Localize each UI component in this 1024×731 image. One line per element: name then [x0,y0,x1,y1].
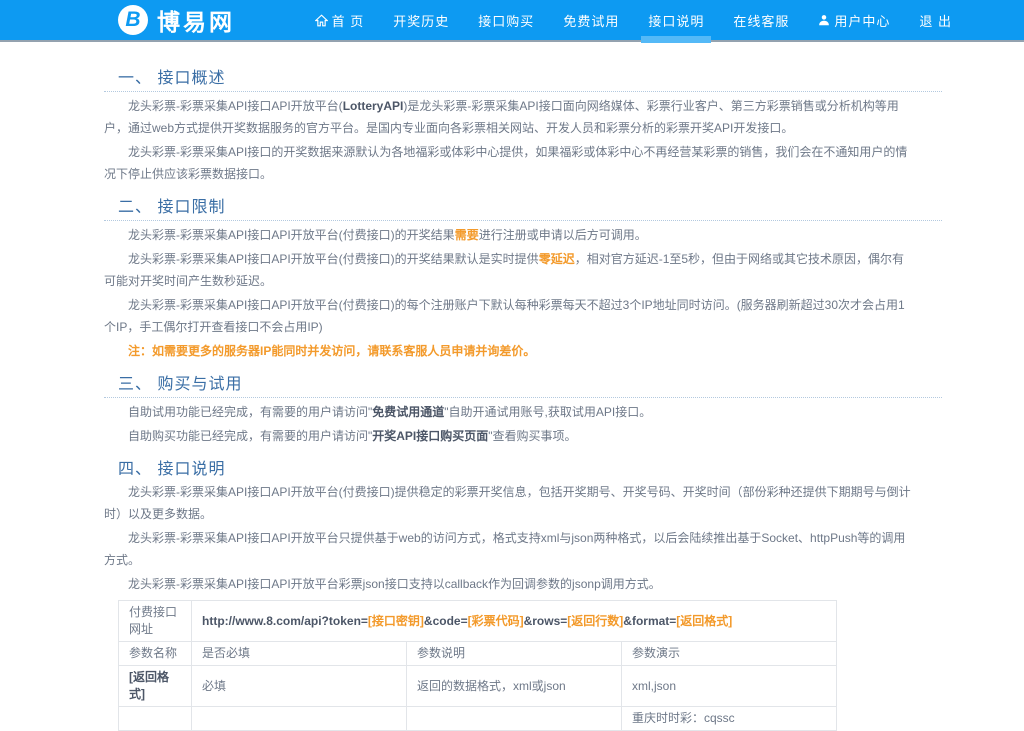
text-segment: 自助试用功能已经完成，有需要的用户请访问" [128,405,372,419]
text-segment: 龙头彩票-彩票采集API接口API开放平台( [128,99,343,113]
api-params-table: 付费接口网址 http://www.8.com/api?token=[接口密钥]… [118,600,837,731]
text-segment: 注：如需要更多的服务器IP能同时并发访问，请联系客服人员申请并询差价。 [128,344,535,358]
table-cell-url-label: 付费接口网址 [119,601,192,642]
paragraph: 龙头彩票-彩票采集API接口API开放平台(付费接口)的开奖结果默认是实时提供零… [104,248,942,292]
main-nav: 首 页 开奖历史 接口购买 免费试用 接口说明 在线客服 用户中心 退 出 [315,0,952,41]
user-icon [818,14,830,26]
column-header-demo: 参数演示 [622,642,837,666]
text-segment: &format= [623,614,676,628]
nav-label: 免费试用 [563,11,619,30]
home-icon [315,14,328,27]
nav-item-api-purchase[interactable]: 接口购买 [478,0,534,41]
text-segment: 自助购买功能已经完成，有需要的用户请访问" [128,429,372,443]
section-divider [104,220,942,221]
table-row-api-url: 付费接口网址 http://www.8.com/api?token=[接口密钥]… [119,601,837,642]
paragraph: 龙头彩票-彩票采集API接口的开奖数据来源默认为各地福彩或体彩中心提供，如果福彩… [104,141,942,185]
table-cell-required [192,707,407,731]
section-purchase-trial: 三、 购买与试用 自助试用功能已经完成，有需要的用户请访问"免费试用通道"自助开… [104,370,942,447]
nav-label: 接口购买 [478,11,534,30]
text-segment: &rows= [524,614,568,628]
nav-item-logout[interactable]: 退 出 [919,0,952,41]
doc-content: 一、 接口概述 龙头彩票-彩票采集API接口API开放平台(LotteryAPI… [104,42,942,731]
section-api-description: 四、 接口说明 龙头彩票-彩票采集API接口API开放平台(付费接口)提供稳定的… [104,455,942,595]
table-row-lottery-code: 重庆时时彩：cqssc [119,707,837,731]
section-heading: 四、 接口说明 [118,455,942,479]
text-segment: 免费试用通道 [372,405,444,419]
column-header-description: 参数说明 [407,642,622,666]
nav-label: 退 出 [919,11,952,30]
column-header-required: 是否必填 [192,642,407,666]
paragraph: 龙头彩票-彩票采集API接口API开放平台(LotteryAPI)是龙头彩票-彩… [104,95,942,139]
nav-item-online-service[interactable]: 在线客服 [733,0,789,41]
table-cell-param-name [119,707,192,731]
section-divider [104,397,942,398]
active-tab-indicator [641,36,711,43]
table-cell-description: 返回的数据格式，xml或json [407,666,622,707]
text-segment: [返回格式] [129,670,169,701]
paragraph: 龙头彩票-彩票采集API接口API开放平台(付费接口)的每个注册账户下默认每种彩… [104,294,942,338]
site-name: 博易网 [157,3,235,37]
text-segment: 龙头彩票-彩票采集API接口API开放平台彩票json接口支持以callback… [128,577,661,591]
text-segment: 龙头彩票-彩票采集API接口API开放平台(付费接口)提供稳定的彩票开奖信息，包… [104,485,911,521]
nav-item-free-trial[interactable]: 免费试用 [563,0,619,41]
text-segment: 开奖API接口购买页面 [372,429,488,443]
text-segment: 龙头彩票-彩票采集API接口的开奖数据来源默认为各地福彩或体彩中心提供，如果福彩… [104,145,907,181]
paragraph: 龙头彩票-彩票采集API接口API开放平台彩票json接口支持以callback… [104,573,942,595]
text-segment: 需要 [455,228,479,242]
text-segment: 龙头彩票-彩票采集API接口API开放平台只提供基于web的访问方式，格式支持x… [104,531,905,567]
nav-label: 首 页 [332,11,365,30]
text-segment: 龙头彩票-彩票采集API接口API开放平台(付费接口)的每个注册账户下默认每种彩… [104,298,905,334]
text-segment: LotteryAPI [343,99,404,113]
paragraph: 自助购买功能已经完成，有需要的用户请访问"开奖API接口购买页面"查看购买事项。 [104,425,942,447]
text-segment: 零延迟 [539,252,575,266]
text-segment: "自助开通试用账号,获取试用API接口。 [444,405,651,419]
text-segment: [返回格式] [676,614,732,628]
column-header-param-name: 参数名称 [119,642,192,666]
section-heading: 三、 购买与试用 [118,370,942,394]
text-segment: [返回行数] [567,614,623,628]
table-header-row: 参数名称 是否必填 参数说明 参数演示 [119,642,837,666]
section-api-limits: 二、 接口限制 龙头彩票-彩票采集API接口API开放平台(付费接口)的开奖结果… [104,193,942,362]
note-paragraph: 注：如需要更多的服务器IP能同时并发访问，请联系客服人员申请并询差价。 [104,340,942,362]
section-divider [104,91,942,92]
table-cell-param-name: [返回格式] [119,666,192,707]
top-nav-bar: B 博易网 首 页 开奖历史 接口购买 免费试用 接口说明 在线客服 [0,0,1024,42]
table-cell-demo: 重庆时时彩：cqssc [622,707,837,731]
section-heading: 二、 接口限制 [118,193,942,217]
logo-b-icon: B [118,5,148,35]
text-segment: http://www.8.com/api?token= [202,614,368,628]
text-segment: 进行注册或申请以后方可调用。 [479,228,647,242]
nav-label: 用户中心 [834,11,890,30]
nav-label: 接口说明 [648,11,704,30]
paragraph: 自助试用功能已经完成，有需要的用户请访问"免费试用通道"自助开通试用账号,获取试… [104,401,942,423]
nav-item-api-docs[interactable]: 接口说明 [648,0,704,41]
nav-label: 在线客服 [733,11,789,30]
table-cell-demo: xml,json [622,666,837,707]
site-logo[interactable]: B 博易网 [118,3,235,37]
paragraph: 龙头彩票-彩票采集API接口API开放平台只提供基于web的访问方式，格式支持x… [104,527,942,571]
section-api-overview: 一、 接口概述 龙头彩票-彩票采集API接口API开放平台(LotteryAPI… [104,64,942,185]
text-segment: &code= [424,614,468,628]
text-segment: [接口密钥] [368,614,424,628]
section-heading: 一、 接口概述 [118,64,942,88]
table-cell-api-url: http://www.8.com/api?token=[接口密钥]&code=[… [192,601,837,642]
text-segment: "查看购买事项。 [488,429,576,443]
paragraph: 龙头彩票-彩票采集API接口API开放平台(付费接口)的开奖结果需要进行注册或申… [104,224,942,246]
text-segment: 龙头彩票-彩票采集API接口API开放平台(付费接口)的开奖结果 [128,228,455,242]
paragraph: 龙头彩票-彩票采集API接口API开放平台(付费接口)提供稳定的彩票开奖信息，包… [104,481,942,525]
nav-item-user-center[interactable]: 用户中心 [818,0,890,41]
table-row-return-format: [返回格式] 必填 返回的数据格式，xml或json xml,json [119,666,837,707]
table-cell-required: 必填 [192,666,407,707]
nav-item-draw-history[interactable]: 开奖历史 [393,0,449,41]
nav-item-home[interactable]: 首 页 [315,0,365,41]
table-cell-description [407,707,622,731]
text-segment: [彩票代码] [468,614,524,628]
nav-label: 开奖历史 [393,11,449,30]
text-segment: 龙头彩票-彩票采集API接口API开放平台(付费接口)的开奖结果默认是实时提供 [128,252,539,266]
